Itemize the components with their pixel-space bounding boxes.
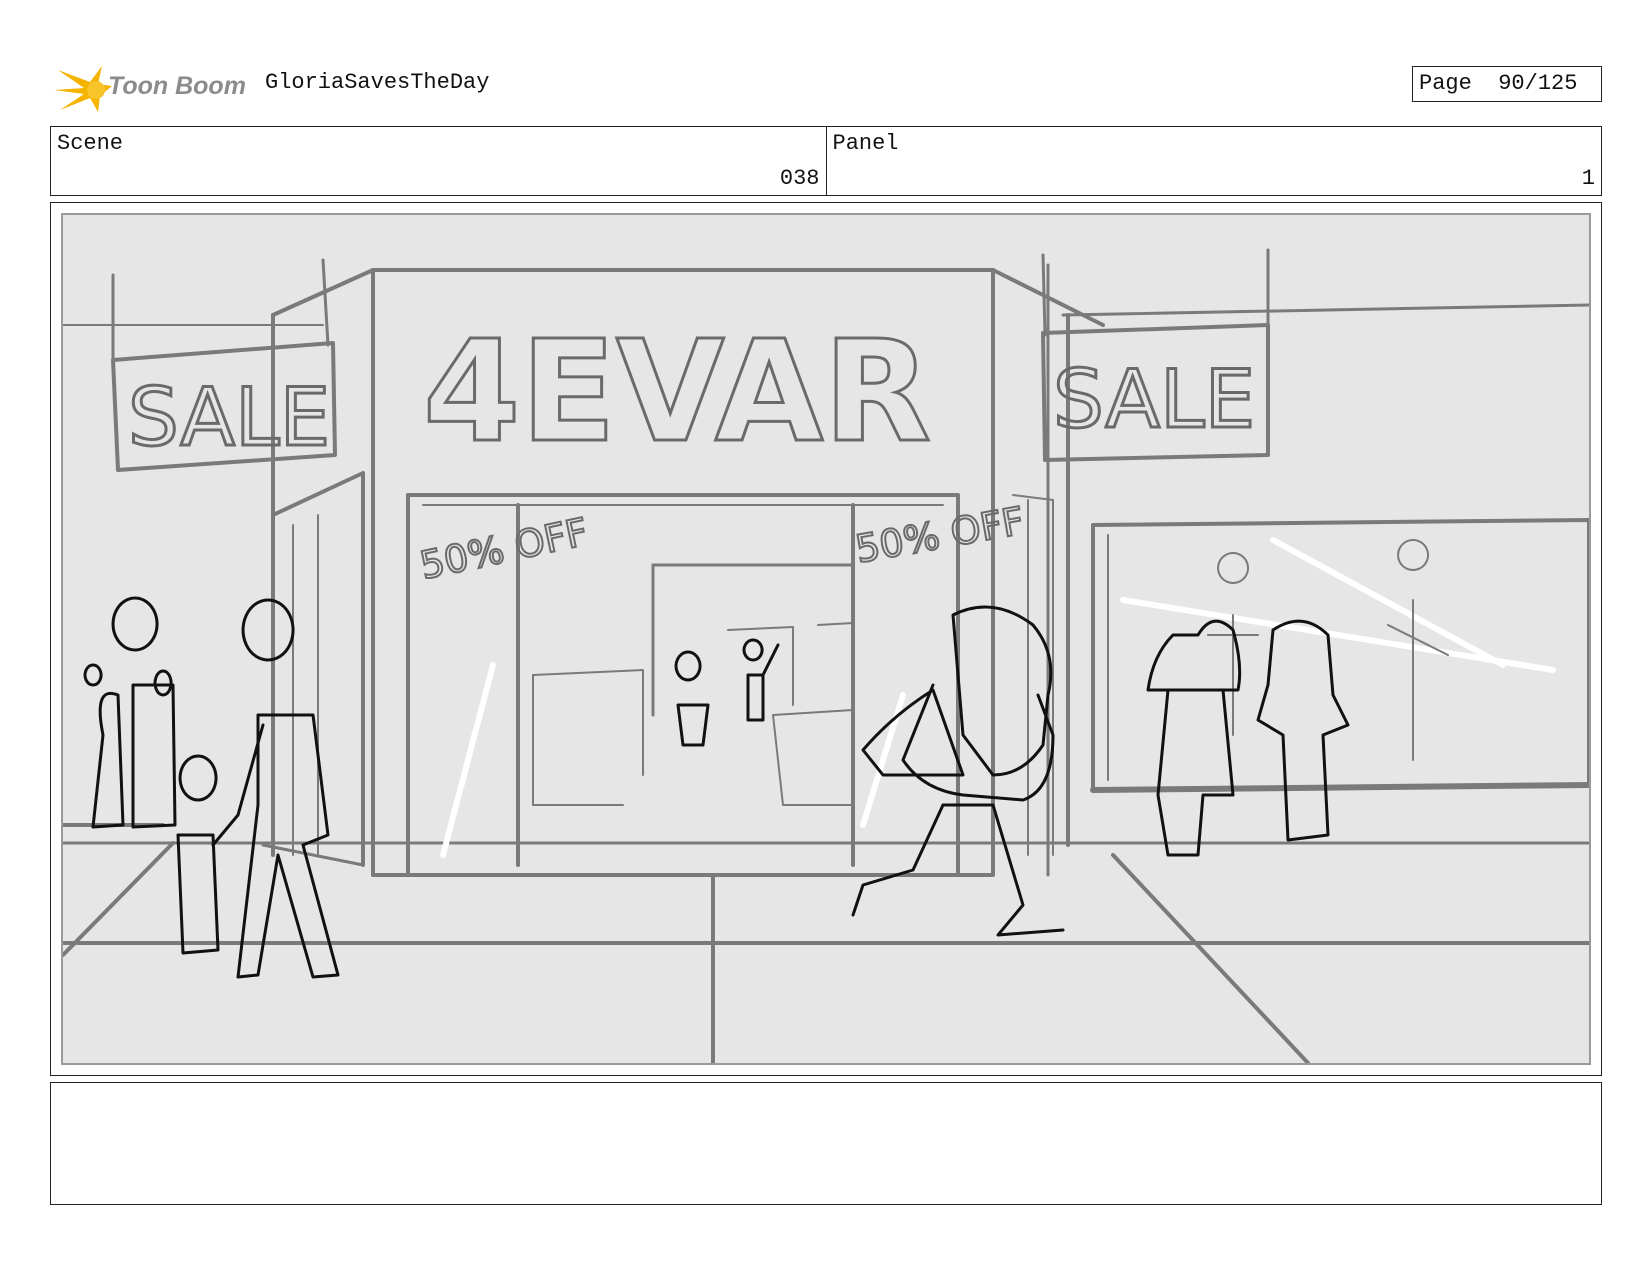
project-name: GloriaSavesTheDay: [265, 70, 490, 95]
panel-notes: [50, 1082, 1602, 1205]
scene-label: Scene: [57, 131, 124, 156]
panel-cell: Panel 1: [825, 127, 1602, 195]
starburst-icon: [54, 66, 112, 112]
right-sticker-text: 50% OFF: [852, 499, 1027, 572]
toon-boom-logo: Toon Boom: [54, 66, 246, 112]
left-sale-sign-text: SALE: [128, 371, 330, 464]
scene-panel-info: Scene 038 Panel 1: [50, 126, 1602, 196]
scene-value: 038: [779, 166, 820, 191]
panel-artwork: 4EVAR SALE SALE 50% OFF 50% OFF: [61, 213, 1591, 1065]
logo-wordmark: Toon Boom: [108, 72, 246, 100]
page-indicator: Page 90/125: [1412, 66, 1602, 102]
store-sign-text: 4EVAR: [423, 311, 931, 474]
storyboard-panel: 4EVAR SALE SALE 50% OFF 50% OFF: [50, 202, 1602, 1076]
notes-text: [51, 1083, 1601, 1099]
page-label: Page: [1419, 71, 1472, 96]
sketch-drawing: 4EVAR SALE SALE 50% OFF 50% OFF: [63, 248, 1589, 1063]
panel-label: Panel: [832, 131, 899, 156]
panel-value: 1: [1581, 166, 1595, 191]
scene-cell: Scene 038: [51, 127, 826, 195]
page-number: 90/125: [1498, 71, 1578, 96]
left-sticker-text: 50% OFF: [416, 510, 592, 588]
page-header: Toon Boom GloriaSavesTheDay Page 90/125: [50, 60, 1602, 115]
right-sale-sign-text: SALE: [1053, 353, 1255, 446]
